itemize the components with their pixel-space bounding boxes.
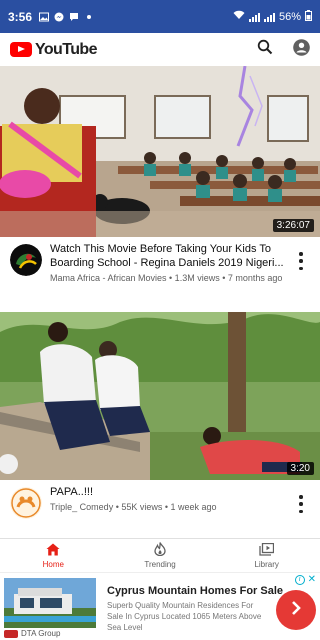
ad-choices[interactable]: i ✕ [294, 575, 316, 585]
tab-trending-label: Trending [144, 560, 176, 569]
video-title[interactable]: Watch This Movie Before Taking Your Kids… [50, 242, 292, 270]
video-thumbnail[interactable]: 3:26:07 [0, 66, 320, 237]
library-icon [259, 542, 275, 558]
channel-avatar[interactable] [10, 487, 42, 519]
app-bar-actions [257, 38, 310, 61]
ad-banner[interactable]: DTA Group Cyprus Mountain Homes For Sale… [0, 572, 320, 640]
advertiser-name: DTA Group [21, 629, 61, 638]
more-options-icon[interactable] [298, 252, 304, 270]
more-options-icon[interactable] [298, 495, 304, 513]
status-right: 56% [233, 9, 312, 24]
battery-percent: 56% [278, 10, 301, 23]
advertiser-logo [4, 629, 18, 638]
app-bar: YouTube [0, 33, 320, 66]
flame-icon [154, 542, 166, 558]
video-title[interactable]: PAPA..!!! [50, 485, 292, 499]
video-thumbnail[interactable]: 3:20 [0, 312, 320, 480]
tab-library-label: Library [254, 559, 279, 569]
classroom-scene-image [0, 66, 320, 237]
video-meta: Triple_ Comedy • 55K views • 1 week ago [50, 502, 217, 512]
ad-open-button[interactable] [276, 590, 316, 630]
youtube-play-icon [10, 42, 32, 57]
video-meta: Mama Africa - African Movies • 1.3M view… [50, 273, 283, 283]
youtube-logo[interactable]: YouTube [10, 41, 97, 59]
channel-avatar[interactable] [10, 244, 42, 276]
ad-headline[interactable]: Cyprus Mountain Homes For Sale [107, 585, 283, 597]
ad-advertiser: DTA Group [4, 629, 60, 638]
ad-body: Superb Quality Mountain Residences For S… [107, 601, 262, 632]
status-time: 3:56 [8, 9, 33, 24]
tab-library[interactable]: Library [213, 539, 320, 572]
wifi-icon [233, 10, 245, 23]
signal-icon [248, 12, 260, 22]
search-icon[interactable] [257, 39, 273, 60]
notification-icons [38, 11, 94, 22]
dot-icon [83, 11, 94, 22]
battery-icon [305, 9, 312, 24]
ad-close-icon[interactable]: ✕ [308, 575, 316, 585]
video-text: Watch This Movie Before Taking Your Kids… [42, 242, 310, 310]
video-duration: 3:26:07 [272, 219, 314, 232]
youtube-wordmark: YouTube [35, 40, 97, 58]
status-bar: 3:56 56% [0, 0, 320, 33]
chat-icon [68, 11, 79, 22]
image-notification-icon [38, 11, 49, 22]
bottom-navigation: Home Trending Library [0, 538, 320, 572]
video-duration: 3:20 [286, 462, 314, 475]
signal-2-icon [263, 12, 275, 22]
video-info[interactable]: Watch This Movie Before Taking Your Kids… [0, 242, 320, 310]
video-info[interactable]: PAPA..!!! Triple_ Comedy • 55K views • 1… [0, 485, 320, 525]
tab-home[interactable]: Home [0, 539, 107, 572]
schoolyard-scene-image [0, 312, 320, 480]
messenger-icon [53, 11, 64, 22]
tab-trending[interactable]: Trending [107, 539, 214, 572]
video-text: PAPA..!!! Triple_ Comedy • 55K views • 1… [42, 485, 310, 525]
home-icon [46, 543, 60, 558]
tab-home-label: Home [42, 559, 64, 569]
account-icon[interactable] [293, 38, 310, 61]
ad-image[interactable] [4, 578, 96, 628]
chevron-right-icon [289, 600, 303, 621]
ad-info-icon[interactable]: i [294, 575, 305, 585]
